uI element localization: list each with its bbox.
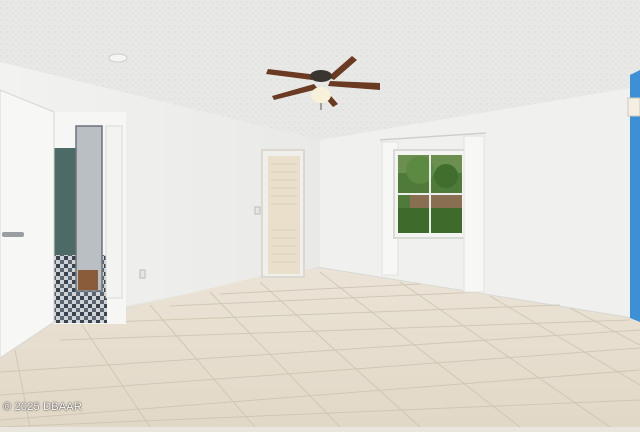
smoke-detector — [108, 53, 128, 63]
shower-glass — [75, 125, 103, 292]
open-door — [0, 89, 55, 359]
bifold-door — [105, 125, 123, 299]
room-photo — [0, 0, 640, 428]
photo-watermark: © 2025 DBAAR — [3, 401, 82, 413]
light-switch — [254, 206, 261, 215]
closet-door — [268, 156, 300, 274]
outlet — [139, 269, 146, 279]
wall-sconce — [627, 97, 640, 117]
door-handle — [2, 232, 24, 237]
curtain-right — [463, 135, 485, 293]
